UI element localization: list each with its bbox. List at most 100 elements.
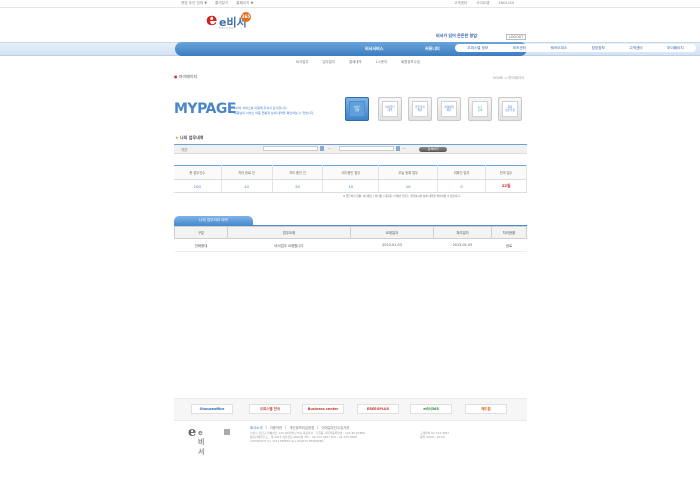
page-location-label: 마이페이지 — [178, 74, 198, 79]
calendar-icon[interactable] — [320, 146, 324, 151]
logo-sub: EBISEO — [219, 27, 235, 30]
logout-button[interactable]: LOGOUT — [506, 34, 527, 40]
partner-banner: Ohouseoffice 오피스텔 천국 Business center ERE… — [174, 398, 527, 421]
stats-table: 총 업무건수 처리 완료 건 처리 중인 건 대기중인 업무 오늘 등록 업무 … — [174, 165, 527, 193]
util-link-homepage[interactable]: 홈페이지 ▼ — [236, 1, 253, 6]
footer-address: 서울시 강남구 테헤란로 123 e비서빌딩 5층 대표이사 : 홍길동 사업자… — [250, 431, 365, 443]
stats-header: 대기중인 업무 — [322, 165, 380, 180]
subnav-item-4[interactable]: 1:1문의 — [375, 59, 387, 64]
stats-header: 미확인 업무 — [437, 165, 487, 180]
stats-header-row: 총 업무건수 처리 완료 건 처리 중인 건 대기중인 업무 오늘 등록 업무 … — [174, 165, 527, 180]
subnav-item-2[interactable]: 업무일지 — [322, 59, 334, 64]
stats-value[interactable]: 20 — [272, 179, 324, 193]
footer-link[interactable]: 이용약관 — [270, 425, 282, 430]
period-label: 기간 — [181, 147, 188, 152]
footer-link[interactable]: 개인정보취급방침 — [289, 425, 314, 430]
stats-value[interactable]: 10 — [322, 179, 380, 193]
tile-inquiry[interactable]: 1:1 문의 — [468, 97, 492, 121]
nav-item-secretary[interactable]: 비서서비스 — [365, 46, 383, 52]
logo-e: e — [206, 9, 218, 30]
partner-logo[interactable]: e비서365 — [410, 404, 452, 414]
table-row[interactable]: 전화응대 비서업무 요청합니다 2013-01-03 2013-01-05 완료 — [174, 238, 527, 252]
table-cell: 전화응대 — [174, 238, 228, 252]
util-link-random[interactable]: 랜덤 추천 업체 ▼ — [181, 1, 207, 6]
range-tilde: ~ — [403, 146, 406, 151]
util-link-sitemap[interactable]: 사이트맵 — [476, 1, 489, 6]
list-header: 처리일자 — [433, 226, 492, 239]
sub-nav: 비서업무 업무일지 결제내역 1:1문의 회원정보수정 — [296, 59, 420, 64]
list-header: 구분 — [174, 226, 228, 239]
mypage-desc-line: 회원님의 서비스 이용 현황과 상세 내역을 확인하실 수 있습니다. — [234, 111, 315, 115]
tile-label: 결제내역 확인 — [441, 101, 457, 117]
nav-blue-band: 비서서비스 커뮤니티 오피스텔 정보 비즈센터 쉐어오피스 창업정보 고객센터 … — [175, 42, 696, 56]
stats-value[interactable]: 10 — [221, 179, 273, 193]
stats-value-row: 100 10 20 10 10 0 22일 — [174, 179, 527, 193]
calendar-icon[interactable] — [396, 146, 400, 151]
footer-link[interactable]: 이메일무단수집거부 — [321, 425, 349, 430]
star-icon: ★ — [175, 135, 179, 140]
tile-work-log[interactable]: 업무일지 확인 — [408, 97, 432, 121]
nav-item-bizcenter[interactable]: 비즈센터 — [513, 46, 526, 51]
table-cell: 2013-01-03 — [350, 238, 434, 252]
end-date-input[interactable] — [339, 146, 394, 151]
partner-logo[interactable]: EREEOPLUS — [357, 404, 399, 414]
nav-item-cs[interactable]: 고객센터 — [629, 46, 642, 51]
nav-item-shareoffice[interactable]: 쉐어오피스 — [551, 46, 568, 51]
logo-badge: 365 — [241, 12, 251, 22]
table-cell[interactable]: 비서업무 요청합니다 — [227, 238, 351, 252]
footer-cs: 고객센터 02-123-4567 평일 09:00~18:00 — [420, 431, 449, 439]
mypage-desc: e비서 서비스를 이용해 주셔서 감사합니다. 회원님의 서비스 이용 현황과 … — [234, 106, 314, 116]
top-util-right: 고객센터 사이트맵 ENGLISH — [454, 1, 514, 6]
subnav-item-5[interactable]: 회원정보수정 — [401, 59, 420, 64]
page-title: MYPAGE — [174, 101, 236, 117]
footer-logo-e: e — [188, 425, 197, 440]
tile-label: 서비스 현황 — [349, 101, 365, 117]
stats-header: 처리 중인 건 — [272, 165, 324, 180]
util-link-english[interactable]: ENGLISH — [498, 1, 514, 6]
tile-member-edit[interactable]: 회원 정보수정 — [498, 97, 522, 121]
util-link-bookmark[interactable]: 즐겨찾기 — [215, 1, 228, 6]
start-date-input[interactable] — [263, 146, 318, 151]
bullet-icon: ● — [174, 74, 178, 79]
nav-item-officetel[interactable]: 오피스텔 정보 — [467, 46, 488, 51]
breadcrumb: HOME > 마이페이지 — [493, 76, 524, 80]
site-logo[interactable]: e e비서 365 EBISEO — [206, 9, 256, 35]
nav-item-mypage[interactable]: 마이페이지 — [667, 46, 684, 51]
partner-logo[interactable]: 오피스텔 천국 — [249, 404, 291, 414]
footer-cs-line: 평일 09:00~18:00 — [420, 435, 445, 439]
table-cell: 완료 — [491, 238, 527, 252]
list-header-row: 구분 업무요청 요청일자 처리일자 처리현황 — [174, 226, 527, 239]
search-button[interactable]: 검색하기 — [419, 146, 447, 152]
stats-header: 총 업무건수 — [174, 165, 222, 180]
subnav-item-3[interactable]: 결제내역 — [349, 59, 361, 64]
stats-header: 처리 완료 건 — [221, 165, 273, 180]
tile-service-status[interactable]: 서비스 현황 — [345, 97, 369, 121]
nav-item-startup[interactable]: 창업정보 — [592, 46, 605, 51]
stats-header: 잔여 일수 — [485, 165, 527, 180]
footer-logo-mark — [224, 429, 230, 435]
page-location: ● 마이페이지 — [174, 74, 197, 80]
slogan: 비서가 있어 든든한 창업 — [436, 33, 477, 38]
tile-work-history[interactable]: 비서업무 내역 — [378, 97, 402, 121]
stats-value[interactable]: 100 — [174, 179, 222, 193]
tab-work-history[interactable]: 나의 업무처리 이력 — [174, 216, 253, 225]
tile-label: 비서업무 내역 — [382, 101, 398, 117]
list-header: 업무요청 — [227, 226, 351, 239]
subnav-item-1[interactable]: 비서업무 — [296, 59, 308, 64]
footer-link[interactable]: 회사소개 — [250, 425, 262, 430]
stats-value[interactable]: 10 — [378, 179, 438, 193]
util-link-cs[interactable]: 고객센터 — [454, 1, 467, 6]
footer-links: 회사소개 | 이용약관 | 개인정보취급방침 | 이메일무단수집거부 — [250, 425, 350, 430]
range-tilde: ~ — [328, 146, 331, 151]
partner-logo[interactable]: 애드원 — [465, 404, 507, 414]
footer-address-line: COPYRIGHT (C) 2013 EBISEO ALL RIGHTS RES… — [250, 439, 325, 443]
stats-legend: ※ 업무처리 현황: 처리완료 / 처리중 / 대기중 / 미확인 업무는 클릭… — [343, 195, 461, 198]
tile-payment[interactable]: 결제내역 확인 — [437, 97, 461, 121]
stats-value[interactable]: 0 — [437, 179, 487, 193]
stats-value-remaining: 22일 — [485, 179, 527, 193]
footer-logo-text: e비서 — [198, 429, 205, 456]
partner-logo[interactable]: Business center — [302, 404, 344, 414]
partner-logo[interactable]: Ohouseoffice — [191, 404, 233, 414]
table-cell: 2013-01-05 — [433, 238, 492, 252]
nav-item-community[interactable]: 커뮤니티 — [425, 46, 440, 52]
